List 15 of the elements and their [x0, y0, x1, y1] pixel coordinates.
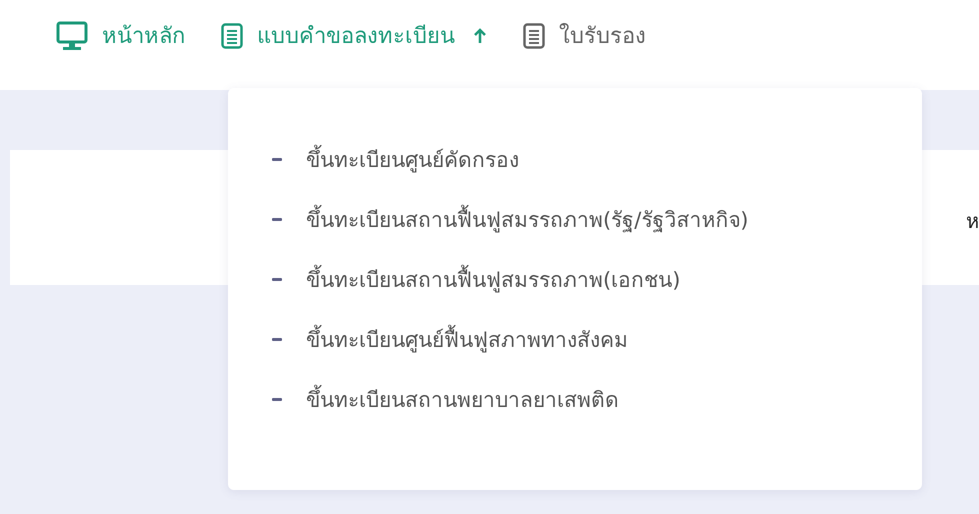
menu-item[interactable]: ขึ้นทะเบียนสถานพยาบาลยาเสพติด	[306, 382, 619, 416]
dash-icon	[272, 158, 282, 160]
dash-icon	[272, 218, 282, 220]
nav-link[interactable]: ใบรับรอง	[523, 18, 646, 53]
menu-item[interactable]: ขึ้นทะเบียนศูนย์คัดกรอง	[306, 142, 519, 176]
menu-item[interactable]: ขึ้นทะเบียนสถานฟื้นฟูสมรรถภาพ(เอกชน)	[306, 262, 680, 296]
dash-icon	[272, 278, 282, 280]
monitor-icon	[56, 20, 88, 50]
document-icon	[221, 22, 243, 48]
dash-icon	[272, 338, 282, 340]
dash-icon	[272, 398, 282, 400]
menu-item[interactable]: ขึ้นทะเบียนสถานฟื้นฟูสมรรถภาพ(รัฐ/รัฐวิสาหกิจ)	[306, 202, 748, 236]
menu-item[interactable]: ขึ้นทะเบียนศูนย์ฟื้นฟูสภาพทางสังคม	[306, 322, 628, 356]
panel-text: ห	[966, 208, 979, 234]
document-icon	[523, 22, 545, 48]
